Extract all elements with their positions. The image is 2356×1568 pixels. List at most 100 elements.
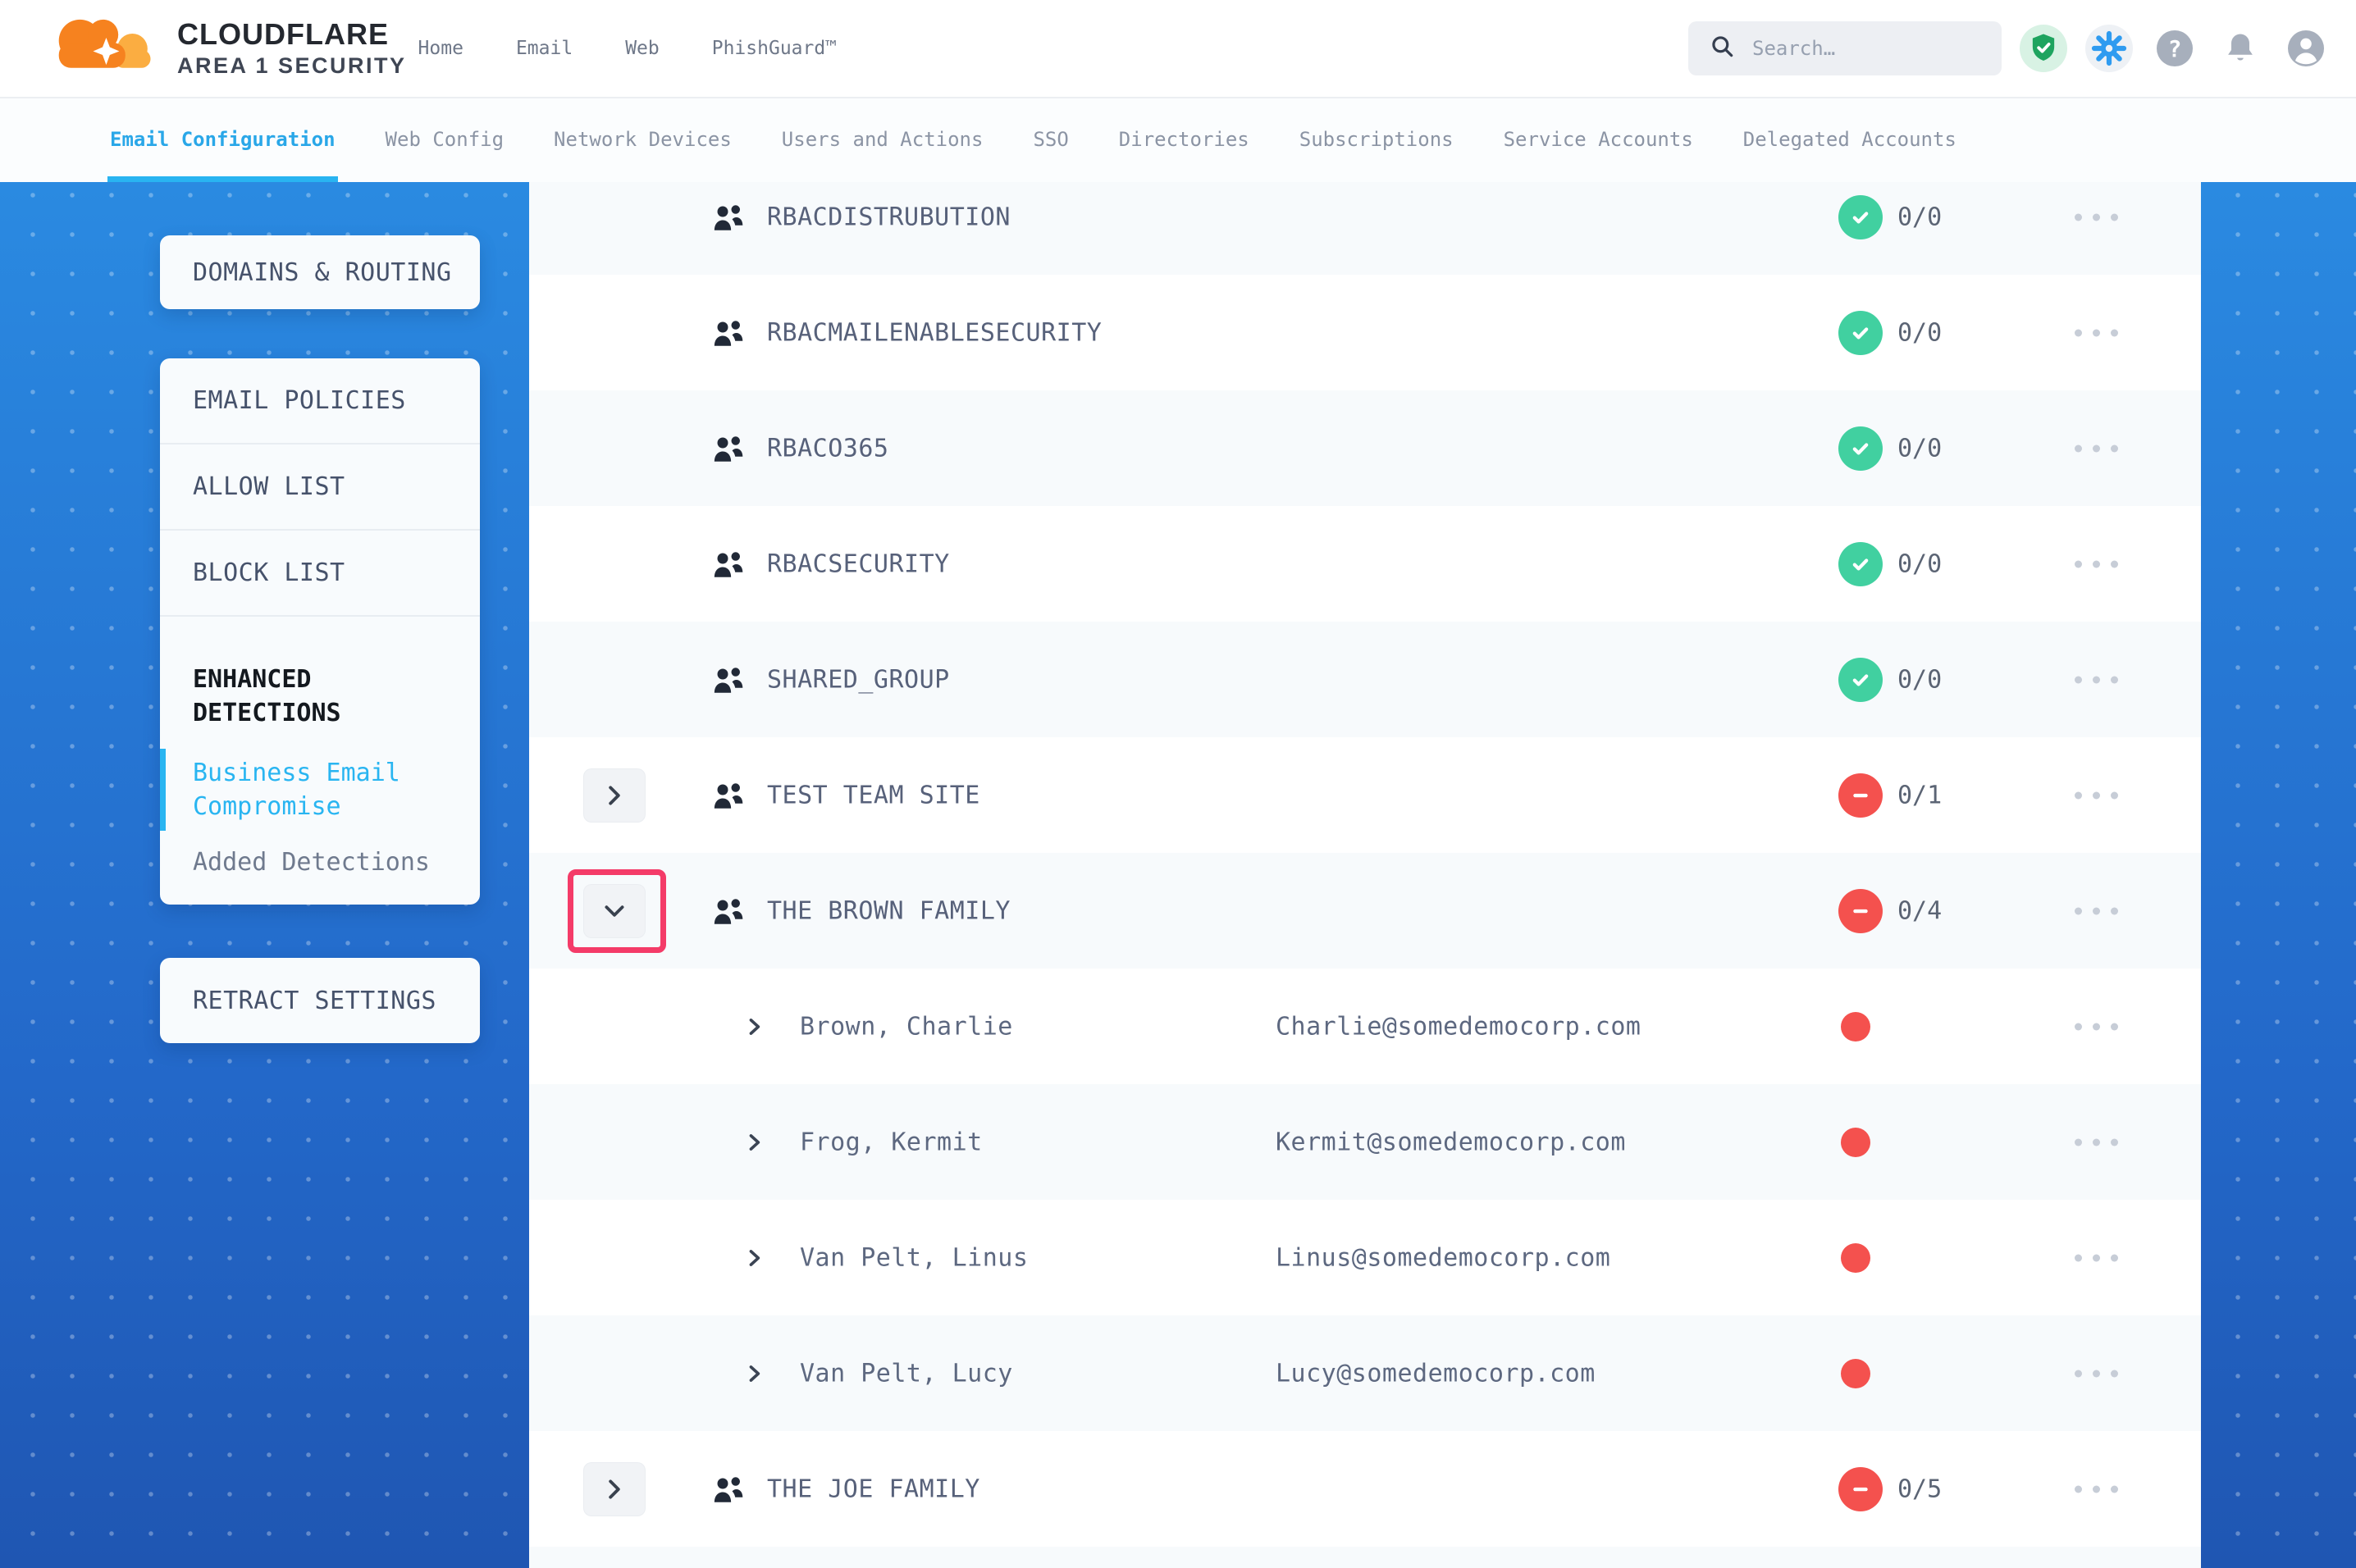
status-fail-badge — [1838, 889, 1883, 933]
search-input[interactable]: Search… — [1688, 21, 2002, 75]
group-row[interactable]: THE BROWN FAMILY0/4 — [529, 853, 2201, 969]
status-count: 0/4 — [1897, 896, 1942, 925]
brand-title: CLOUDFLARE — [177, 19, 407, 51]
tab-label: Delegated Accounts — [1743, 128, 1956, 151]
tab-label: Network Devices — [554, 128, 732, 151]
expand-button[interactable] — [583, 768, 646, 823]
sidebar-item-domains-routing[interactable]: DOMAINS & ROUTING — [193, 258, 452, 287]
sidebar-item-label: EMAIL POLICIES — [193, 386, 406, 415]
row-actions-menu-button[interactable] — [2075, 329, 2118, 336]
tab-service-accounts[interactable]: Service Accounts — [1504, 97, 1693, 182]
group-name: RBACSECURITY — [767, 549, 950, 578]
top-icons: ? — [2020, 0, 2330, 97]
member-row[interactable]: Van Pelt, LinusLinus@somedemocorp.com — [529, 1200, 2201, 1315]
top-nav-email[interactable]: Email — [516, 38, 573, 59]
row-actions-menu-button[interactable] — [2075, 1254, 2118, 1261]
group-row[interactable]: SHARED_GROUP0/0 — [529, 622, 2201, 737]
row-actions-menu-button[interactable] — [2075, 676, 2118, 683]
group-icon — [711, 665, 746, 695]
row-actions-menu-button[interactable] — [2075, 1485, 2118, 1493]
gear-icon[interactable] — [2085, 25, 2133, 72]
status-fail-dot — [1841, 1359, 1870, 1388]
row-actions-menu-button[interactable] — [2075, 213, 2118, 221]
group-list-panel: RBACDISTRUBUTION0/0RBACMAILENABLESECURIT… — [529, 182, 2201, 1568]
row-actions-menu-button[interactable] — [2075, 444, 2118, 452]
bell-icon[interactable] — [2217, 25, 2264, 72]
tab-directories[interactable]: Directories — [1119, 97, 1249, 182]
member-row[interactable]: Frog, KermitKermit@somedemocorp.com — [529, 1084, 2201, 1200]
status-count: 0/0 — [1897, 549, 1942, 578]
group-row[interactable]: TEST TEAM SITE0/1 — [529, 737, 2201, 853]
row-actions-menu-button[interactable] — [2075, 1138, 2118, 1146]
status-count: 0/0 — [1897, 434, 1942, 463]
member-name: Frog, Kermit — [800, 1128, 983, 1156]
status-pass-badge — [1838, 542, 1883, 586]
tab-label: Subscriptions — [1299, 128, 1454, 151]
member-chevron-icon — [747, 1014, 764, 1039]
status-count: 0/0 — [1897, 203, 1942, 231]
group-icon — [711, 203, 746, 232]
section-tabs: Email Configuration Web Config Network Dev… — [0, 97, 2356, 182]
row-actions-menu-button[interactable] — [2075, 907, 2118, 914]
tab-network-devices[interactable]: Network Devices — [554, 97, 732, 182]
status-fail-badge — [1838, 1467, 1883, 1511]
sidebar-item-label: RETRACT SETTINGS — [193, 987, 436, 1015]
member-row[interactable]: Van Pelt, LucyLucy@somedemocorp.com — [529, 1315, 2201, 1431]
sidebar-item-added-detections[interactable]: Added Detections — [160, 823, 480, 877]
sidebar-item-label: DOMAINS & ROUTING — [193, 258, 452, 287]
status-pass-badge — [1838, 195, 1883, 239]
user-icon[interactable] — [2282, 25, 2330, 72]
tab-subscriptions[interactable]: Subscriptions — [1299, 97, 1454, 182]
group-name: RBACMAILENABLESECURITY — [767, 318, 1102, 347]
tab-label: Web Config — [386, 128, 505, 151]
group-row[interactable]: RBACSECURITY 0/0 — [529, 506, 2201, 622]
tab-label: Users and Actions — [782, 128, 984, 151]
group-row[interactable]: THE JOE FAMILY0/5 — [529, 1431, 2201, 1547]
tab-web-config[interactable]: Web Config — [386, 97, 505, 182]
tab-users-and-actions[interactable]: Users and Actions — [782, 97, 984, 182]
brand-subtitle: AREA 1 SECURITY — [177, 54, 407, 78]
sidebar-item-email-policies[interactable]: EMAIL POLICIES — [160, 358, 480, 444]
sidebar-card-1: DOMAINS & ROUTING — [160, 235, 480, 309]
row-actions-menu-button[interactable] — [2075, 1370, 2118, 1377]
tab-delegated-accounts[interactable]: Delegated Accounts — [1743, 97, 1956, 182]
group-row[interactable]: RBACMAILENABLESECURITY0/0 — [529, 275, 2201, 390]
group-icon — [711, 318, 746, 348]
search-icon — [1710, 34, 1736, 63]
member-email: Charlie@somedemocorp.com — [1276, 1012, 1641, 1041]
top-nav-web[interactable]: Web — [625, 38, 660, 59]
sidebar-card-2: EMAIL POLICIESALLOW LISTBLOCK LISTENHANC… — [160, 358, 480, 905]
sidebar-item-block-list[interactable]: BLOCK LIST — [160, 531, 480, 617]
status-pass-badge — [1838, 426, 1883, 471]
tab-email-configuration[interactable]: Email Configuration — [110, 97, 336, 182]
group-icon — [711, 781, 746, 810]
member-name: Brown, Charlie — [800, 1012, 1013, 1041]
annotation-highlight-box — [568, 869, 666, 953]
group-row[interactable]: RBACDISTRUBUTION0/0 — [529, 182, 2201, 275]
active-item-bar — [160, 749, 166, 831]
sidebar-item-retract-settings[interactable]: RETRACT SETTINGS — [193, 987, 436, 1015]
row-actions-menu-button[interactable] — [2075, 791, 2118, 799]
top-bar: CLOUDFLARE AREA 1 SECURITY Home Email Web P… — [0, 0, 2356, 98]
tab-label: SSO — [1033, 128, 1068, 151]
top-nav-home[interactable]: Home — [418, 38, 463, 59]
sidebar-item-business-email-compromise[interactable]: Business Email Compromise — [160, 756, 480, 823]
sidebar-item-allow-list[interactable]: ALLOW LIST — [160, 444, 480, 531]
status-fail-dot — [1841, 1243, 1870, 1273]
member-chevron-icon — [747, 1246, 764, 1270]
sidebar-card-3: RETRACT SETTINGS — [160, 958, 480, 1043]
expand-button[interactable] — [583, 1462, 646, 1516]
top-nav-phishguard[interactable]: PhishGuard™ — [712, 38, 837, 59]
sidebar-item-label: Added Detections — [193, 848, 430, 877]
shield-check-icon[interactable] — [2020, 25, 2067, 72]
member-row[interactable]: Brown, Charlie Charlie@somedemocorp.com — [529, 969, 2201, 1084]
row-actions-menu-button[interactable] — [2075, 560, 2118, 567]
help-icon[interactable]: ? — [2151, 25, 2198, 72]
group-icon — [711, 896, 746, 926]
status-fail-dot — [1841, 1012, 1870, 1042]
group-row[interactable]: RBACO3650/0 — [529, 390, 2201, 506]
top-nav: Home Email Web PhishGuard™ — [418, 38, 838, 59]
brand: CLOUDFLARE AREA 1 SECURITY — [43, 11, 407, 85]
tab-sso[interactable]: SSO — [1033, 97, 1068, 182]
row-actions-menu-button[interactable] — [2075, 1023, 2118, 1030]
